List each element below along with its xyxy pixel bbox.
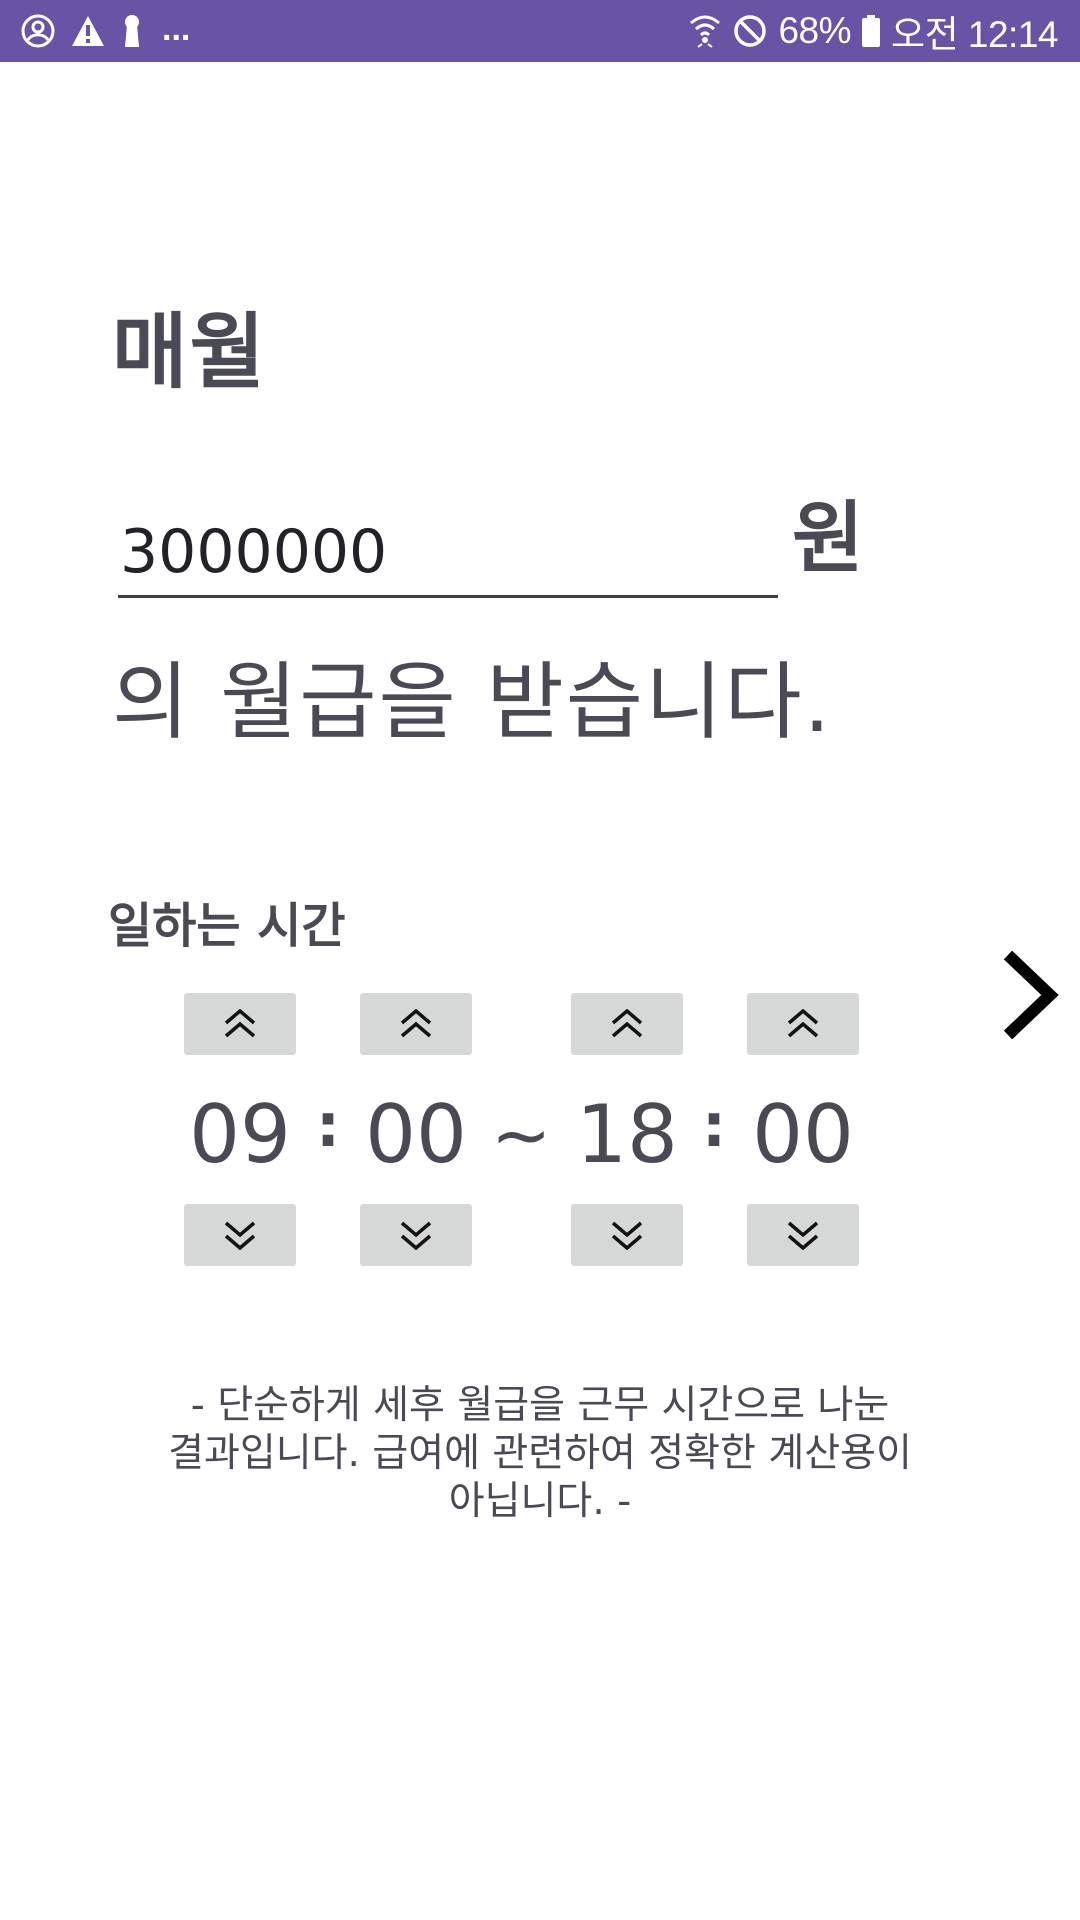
start-minute-down-button[interactable] — [360, 1204, 472, 1266]
status-overflow-indicator: ... — [162, 9, 191, 48]
work-hours-label: 일하는 시간 — [108, 898, 346, 954]
disclaimer-line: - 단순하게 세후 월급을 근무 시간으로 나눈 — [190, 1383, 890, 1428]
status-bar-right: 68% 오전 12:14 — [688, 0, 1058, 62]
status-bar: ... 68% 오전 12:14 — [0, 0, 1080, 62]
double-chevron-down-icon — [224, 1221, 256, 1250]
double-chevron-down-icon — [400, 1221, 432, 1250]
chevron-right-icon — [1003, 950, 1059, 1040]
start-hour-value: 09 — [189, 1088, 291, 1181]
status-bar-left: ... — [20, 0, 190, 62]
end-hour-value: 18 — [576, 1088, 678, 1181]
end-minute-value: 00 — [752, 1088, 854, 1181]
clock: 오전 12:14 — [891, 14, 1058, 55]
end-time-colon: : — [702, 1091, 726, 1161]
start-time-colon: : — [316, 1091, 340, 1161]
disclaimer-line: 아닙니다. - — [448, 1479, 632, 1524]
start-minute-up-button[interactable] — [360, 993, 472, 1055]
start-hour-up-button[interactable] — [184, 993, 296, 1055]
double-chevron-up-icon — [224, 1009, 256, 1038]
start-minute-value: 00 — [365, 1088, 467, 1181]
double-chevron-up-icon — [787, 1009, 819, 1038]
end-minute-up-button[interactable] — [747, 993, 859, 1055]
monthly-title: 매월 — [112, 305, 267, 400]
double-chevron-down-icon — [787, 1221, 819, 1250]
double-chevron-up-icon — [400, 1009, 432, 1038]
end-hour-down-button[interactable] — [571, 1204, 683, 1266]
keyhole-icon — [120, 13, 144, 49]
salary-sentence: 의 월급을 받습니다. — [112, 653, 833, 751]
start-hour-down-button[interactable] — [184, 1204, 296, 1266]
next-button[interactable] — [990, 940, 1070, 1050]
do-not-disturb-icon — [732, 13, 768, 49]
battery-icon — [861, 13, 881, 49]
currency-label: 원 — [792, 494, 864, 584]
warning-icon — [70, 14, 106, 48]
wifi-icon — [688, 13, 722, 49]
end-hour-up-button[interactable] — [571, 993, 683, 1055]
disclaimer-line: 결과입니다. 급여에 관련하여 정확한 계산용이 — [168, 1431, 912, 1476]
disclaimer: - 단순하게 세후 월급을 근무 시간으로 나눈 결과입니다. 급여에 관련하여… — [140, 1382, 940, 1526]
battery-percent: 68% — [778, 10, 852, 51]
account-circle-icon — [20, 13, 56, 49]
double-chevron-down-icon — [611, 1221, 643, 1250]
double-chevron-up-icon — [611, 1009, 643, 1038]
range-separator: ~ — [491, 1093, 552, 1177]
salary-input[interactable] — [118, 508, 778, 598]
end-minute-down-button[interactable] — [747, 1204, 859, 1266]
